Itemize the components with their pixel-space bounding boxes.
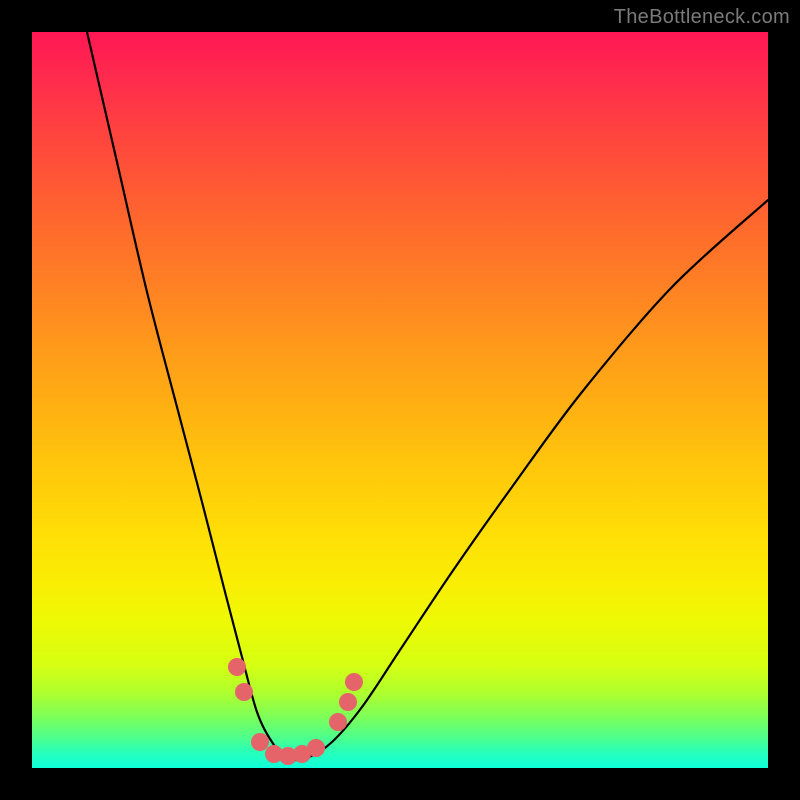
marker-dot	[235, 683, 253, 701]
watermark-text: TheBottleneck.com	[614, 6, 790, 29]
marker-layer	[32, 32, 768, 768]
marker-dot	[329, 713, 347, 731]
marker-dot	[345, 673, 363, 691]
marker-dot	[251, 733, 269, 751]
marker-dot	[228, 658, 246, 676]
plot-area	[32, 32, 768, 768]
marker-dot	[339, 693, 357, 711]
marker-dot	[307, 739, 325, 757]
